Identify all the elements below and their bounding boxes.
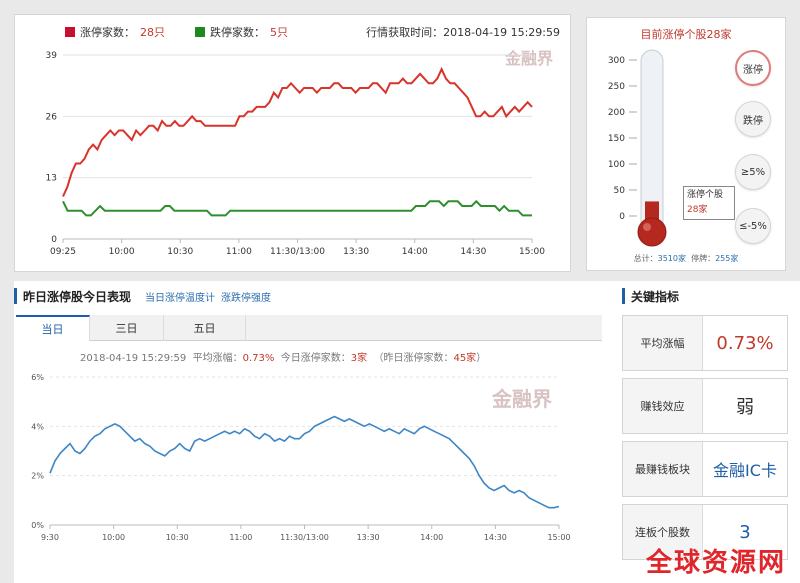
site-watermark: 全球资源网	[645, 548, 786, 578]
kpi-average-gain: 平均涨幅 0.73%	[622, 315, 788, 371]
footer-total-value: 3510家	[657, 254, 686, 263]
tooltip-line2: 28家	[687, 205, 708, 215]
x-tick-label: 11:30/13:00	[270, 247, 325, 257]
kpi-top-sector: 最赚钱板块 金融IC卡	[622, 441, 788, 497]
x-tick-label: 11:30/13:00	[280, 533, 329, 542]
series-line-1	[62, 199, 532, 217]
y-tick-label: 13	[46, 174, 57, 184]
x-tick-label: 09:25	[50, 247, 76, 257]
y-tick-label: 39	[46, 51, 58, 61]
x-tick-label: 10:00	[109, 247, 135, 257]
x-tick-label: 14:00	[402, 247, 428, 257]
x-tick-label: 10:30	[167, 247, 193, 257]
x-tick-label: 14:00	[420, 533, 443, 542]
thermo-bulb-shine	[643, 223, 651, 231]
loss-5pct-button[interactable]: ≤-5%	[735, 208, 771, 244]
y-tick-label: 2%	[31, 472, 44, 481]
y-tick-label: 0%	[31, 521, 44, 530]
gain-5pct-button[interactable]: ≥5%	[735, 154, 771, 190]
thermo-tick-label: 100	[608, 160, 625, 170]
y-tick-label: 26	[46, 112, 58, 122]
footer-total-label: 总计：	[633, 254, 658, 263]
footer-suspended-value: 255家	[715, 254, 739, 263]
thermo-tick-label: 250	[608, 82, 625, 92]
thermo-tick-label: 50	[614, 186, 626, 196]
footer-suspended-label: 停牌：	[691, 254, 716, 263]
thermometer-footer: 总计：3510家 停牌：255家	[587, 253, 785, 264]
x-tick-label: 14:30	[484, 533, 507, 542]
x-tick-label: 9:30	[41, 533, 59, 542]
x-tick-label: 15:00	[519, 247, 545, 257]
limit-up-button[interactable]: 涨停	[735, 50, 771, 86]
thermometer-tooltip: 涨停个股 28家	[683, 186, 735, 220]
thermo-tick-label: 0	[619, 212, 625, 222]
key-indicators-title: 关键指标	[631, 289, 680, 304]
kpi-money-effect: 赚钱效应 弱	[622, 378, 788, 434]
kpi-value[interactable]: 金融IC卡	[703, 442, 787, 496]
x-tick-label: 10:30	[166, 533, 189, 542]
x-tick-label: 14:30	[460, 247, 486, 257]
key-indicators-header: 关键指标	[622, 287, 679, 305]
kpi-value: 0.73%	[716, 332, 774, 354]
y-tick-label: 6%	[31, 373, 44, 382]
thermo-tick-label: 200	[608, 108, 625, 118]
thermometer-panel: 目前涨停个股28家 0 50 100 150 200 250 300 涨停个股 28家 涨停…	[586, 17, 786, 271]
limit-down-button[interactable]: 跌停	[735, 101, 771, 137]
yesterday-limit-up-section: 昨日涨停股今日表现 当日涨停温度计 涨跌停强度 关键指标 当日 三日 五日 20…	[14, 281, 800, 583]
kpi-label: 平均涨幅	[623, 316, 703, 370]
x-tick-label: 13:30	[343, 247, 369, 257]
tooltip-line1: 涨停个股	[687, 190, 724, 200]
x-tick-label: 13:30	[357, 533, 380, 542]
x-tick-label: 11:00	[226, 247, 252, 257]
kpi-value: 弱	[736, 397, 754, 418]
kpi-label: 赚钱效应	[623, 379, 703, 433]
limit-count-chart-panel: 涨停家数： 28只 跌停家数： 5只 行情获取时间：2018-04-19 15:29…	[14, 14, 571, 272]
x-tick-label: 11:00	[229, 533, 252, 542]
thermo-tick-label: 300	[608, 56, 625, 66]
kpi-label: 最赚钱板块	[623, 442, 703, 496]
thermo-bulb	[637, 217, 667, 247]
thermo-tick-label: 150	[608, 134, 625, 144]
x-tick-label: 15:00	[547, 533, 570, 542]
key-indicators-marker	[622, 288, 625, 304]
yesterday-performance-line-chart: 0% 2% 4% 6% 9:30 10:00 10:30 11:00 11:30/13:00 13…	[31, 373, 570, 542]
x-tick-label: 10:00	[102, 533, 125, 542]
y-tick-label: 0	[51, 235, 57, 245]
series-line-0	[49, 415, 560, 509]
limit-count-line-chart: 0 13 26 39 09:25 10:00 10:30 11:00 11:30/13:00 13…	[46, 51, 546, 257]
y-tick-label: 4%	[31, 422, 44, 431]
